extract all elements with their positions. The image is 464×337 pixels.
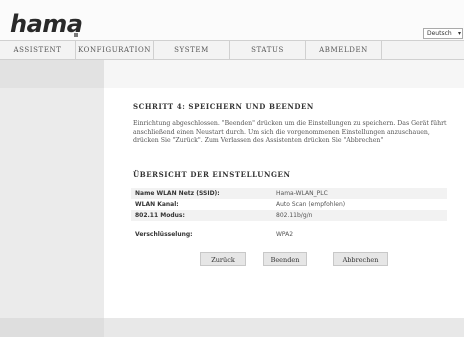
content-footer <box>104 318 464 337</box>
logo-dot <box>74 33 78 37</box>
table-row: WLAN Kanal: Auto Scan (empfohlen) <box>131 199 447 210</box>
row-value: 802.11b/g/n <box>276 212 313 219</box>
row-value: WPA2 <box>276 231 294 238</box>
step-title: SCHRITT 4: SPEICHERN UND BEENDEN <box>133 102 314 111</box>
nav-item-system[interactable]: SYSTEM <box>154 41 230 59</box>
table-row: Name WLAN Netz (SSID): Hama-WLAN_PLC <box>131 188 447 199</box>
table-row: Verschlüsselung: WPA2 <box>131 229 447 240</box>
nav-item-abmelden[interactable]: ABMELDEN <box>306 41 382 59</box>
sidebar-header <box>0 60 104 88</box>
content-header <box>104 60 464 88</box>
header: hama Deutsch ▾ <box>0 0 464 40</box>
nav-item-status[interactable]: STATUS <box>230 41 306 59</box>
main-nav: ASSISTENT KONFIGURATION SYSTEM STATUS AB… <box>0 40 464 60</box>
row-label: Name WLAN Netz (SSID): <box>135 190 220 197</box>
language-select-value: Deutsch <box>427 30 452 37</box>
table-row: 802.11 Modus: 802.11b/g/n <box>131 210 447 221</box>
sidebar <box>0 60 104 337</box>
row-label: 802.11 Modus: <box>135 212 185 219</box>
chevron-down-icon: ▾ <box>457 30 461 37</box>
sidebar-footer <box>0 318 104 337</box>
nav-item-assistent[interactable]: ASSISTENT <box>0 41 76 59</box>
language-select[interactable]: Deutsch ▾ <box>423 28 463 39</box>
cancel-button[interactable]: Abbrechen <box>333 252 388 266</box>
back-button[interactable]: Zurück <box>200 252 246 266</box>
nav-item-konfiguration[interactable]: KONFIGURATION <box>76 41 154 59</box>
page: hama Deutsch ▾ ASSISTENT KONFIGURATION S… <box>0 0 464 337</box>
hama-logo[interactable]: hama <box>10 10 83 38</box>
overview-title: ÜBERSICHT DER EINSTELLUNGEN <box>133 170 291 179</box>
finish-button[interactable]: Beenden <box>263 252 307 266</box>
row-label: Verschlüsselung: <box>135 231 193 238</box>
row-label: WLAN Kanal: <box>135 201 179 208</box>
step-description: Einrichtung abgeschlossen. "Beenden" drü… <box>133 120 447 144</box>
row-value: Hama-WLAN_PLC <box>276 190 328 197</box>
row-value: Auto Scan (empfohlen) <box>276 201 346 208</box>
